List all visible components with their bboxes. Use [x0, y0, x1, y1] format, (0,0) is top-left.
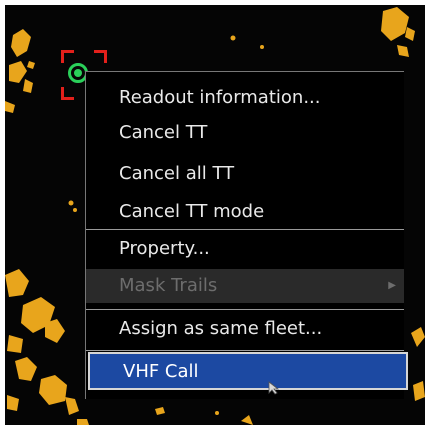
bracket-corner-bottom-left	[61, 87, 74, 100]
menu-item-cancel-tt[interactable]: Cancel TT	[86, 116, 404, 150]
screenshot-frame: Readout information... Cancel TT Cancel …	[0, 0, 430, 434]
menu-separator	[86, 350, 404, 351]
submenu-arrow-icon: ▶	[388, 280, 396, 291]
menu-item-label: Readout information...	[119, 87, 321, 108]
menu-item-property[interactable]: Property...	[86, 232, 404, 266]
menu-item-label: Assign as same fleet...	[119, 318, 323, 339]
menu-item-label: Mask Trails	[119, 275, 218, 296]
menu-item-readout-information[interactable]: Readout information...	[86, 81, 404, 115]
menu-item-label: VHF Call	[123, 361, 199, 382]
menu-item-assign-as-same-fleet[interactable]: Assign as same fleet...	[86, 312, 404, 346]
menu-item-cancel-tt-mode[interactable]: Cancel TT mode	[86, 195, 404, 229]
context-menu: Readout information... Cancel TT Cancel …	[85, 71, 408, 399]
menu-item-cancel-all-tt[interactable]: Cancel all TT	[86, 157, 404, 191]
menu-item-label: Property...	[119, 238, 210, 259]
mouse-pointer-icon	[268, 381, 280, 395]
menu-item-label: Cancel TT mode	[119, 201, 265, 222]
menu-item-label: Cancel all TT	[119, 163, 235, 184]
menu-item-vhf-call[interactable]: VHF Call	[88, 352, 408, 390]
bracket-corner-top-left	[61, 50, 74, 63]
menu-separator	[86, 309, 404, 310]
menu-item-label: Cancel TT	[119, 122, 208, 143]
menu-item-mask-trails: Mask Trails ▶	[86, 269, 404, 303]
bracket-corner-top-right	[94, 50, 107, 63]
menu-separator	[86, 229, 404, 230]
